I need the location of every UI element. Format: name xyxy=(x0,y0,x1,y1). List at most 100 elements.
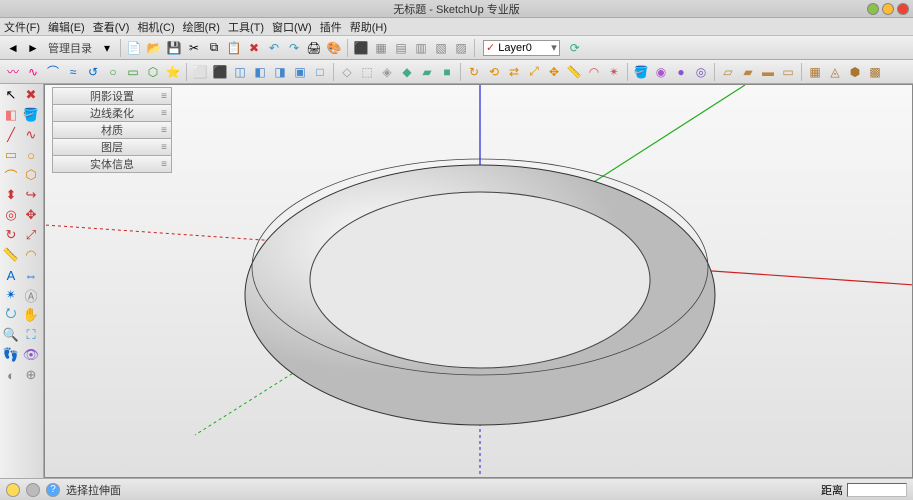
star-icon[interactable]: ⭐ xyxy=(164,63,182,81)
new-icon[interactable]: 📄 xyxy=(125,39,143,57)
close-button[interactable] xyxy=(897,3,909,15)
nav-back-icon[interactable]: ◄ xyxy=(4,39,22,57)
delete-icon[interactable]: ✖ xyxy=(245,39,263,57)
rotate-icon2[interactable]: ↻ xyxy=(465,63,483,81)
wireframe-icon[interactable]: ⬚ xyxy=(358,63,376,81)
polygon-icon[interactable]: ⬡ xyxy=(144,63,162,81)
layers-icon[interactable]: ▨ xyxy=(452,39,470,57)
component-icon[interactable]: ✖ xyxy=(22,86,40,104)
menu-view[interactable]: 查看(V) xyxy=(93,19,130,35)
section-icon2[interactable]: ▱ xyxy=(719,63,737,81)
status-dot1[interactable] xyxy=(6,483,20,497)
viewport-3d[interactable]: 阴影设置 边线柔化 材质 图层 实体信息 xyxy=(44,84,913,478)
freehand-tool-icon[interactable]: ∿ xyxy=(22,126,40,144)
copy-icon[interactable]: ⧉ xyxy=(205,39,223,57)
section-cut-icon[interactable]: ▬ xyxy=(759,63,777,81)
freehand-icon[interactable]: ∿ xyxy=(24,63,42,81)
push-icon[interactable]: ⬍ xyxy=(2,186,20,204)
chevron-down-icon[interactable]: ▾ xyxy=(551,41,557,54)
cut-icon[interactable]: ✂ xyxy=(185,39,203,57)
manage-label[interactable]: 管理目录 xyxy=(48,40,92,56)
scale-icon2[interactable]: ⤢ xyxy=(525,63,543,81)
protractor-tool-icon[interactable]: ◠ xyxy=(22,246,40,264)
menu-camera[interactable]: 相机(C) xyxy=(137,19,174,35)
section-tool-icon[interactable]: ◐ xyxy=(2,366,20,384)
menu-edit[interactable]: 编辑(E) xyxy=(48,19,85,35)
save-icon[interactable]: 💾 xyxy=(165,39,183,57)
print-icon[interactable]: 🖨 xyxy=(305,39,323,57)
dim-icon[interactable]: ⇔ xyxy=(22,266,40,284)
tape-icon2[interactable]: 📏 xyxy=(565,63,583,81)
menu-file[interactable]: 文件(F) xyxy=(4,19,40,35)
undo-icon[interactable]: ↶ xyxy=(265,39,283,57)
text-icon[interactable]: A xyxy=(2,266,20,284)
palette-icon[interactable]: 🎨 xyxy=(325,39,343,57)
dropdown-icon[interactable]: ▾ xyxy=(98,39,116,57)
3dtext-icon[interactable]: Ⓐ xyxy=(22,286,40,304)
hidden-icon[interactable]: ◈ xyxy=(378,63,396,81)
arc-icon[interactable]: 〰 xyxy=(4,63,22,81)
orbit-icon[interactable]: ⭮ xyxy=(2,306,20,324)
walk-icon[interactable]: 👣 xyxy=(2,346,20,364)
axes-icon2[interactable]: ✴ xyxy=(605,63,623,81)
panel-layers[interactable]: 图层 xyxy=(52,138,172,156)
section-display-icon[interactable]: ▰ xyxy=(739,63,757,81)
rotate90-icon[interactable]: ⟲ xyxy=(485,63,503,81)
side-icon[interactable]: ▥ xyxy=(412,39,430,57)
xray-icon[interactable]: ◇ xyxy=(338,63,356,81)
zoom-icon[interactable]: 🔍 xyxy=(2,326,20,344)
nav-fwd-icon[interactable]: ► xyxy=(24,39,42,57)
panel-materials[interactable]: 材质 xyxy=(52,121,172,139)
panel-shadow[interactable]: 阴影设置 xyxy=(52,87,172,105)
eraser-icon[interactable]: ◧ xyxy=(2,106,20,124)
zoom-ext-icon[interactable]: ⛶ xyxy=(22,326,40,344)
rect-tool-icon[interactable]: ▭ xyxy=(2,146,20,164)
menu-tools[interactable]: 工具(T) xyxy=(228,19,264,35)
bezier-icon[interactable]: ≈ xyxy=(64,63,82,81)
axes-tool-icon[interactable]: ✴ xyxy=(2,286,20,304)
status-dot2[interactable] xyxy=(26,483,40,497)
front-icon[interactable]: ▤ xyxy=(392,39,410,57)
view-top-icon[interactable]: ⬛ xyxy=(211,63,229,81)
section-fill-icon[interactable]: ▭ xyxy=(779,63,797,81)
panel-soften[interactable]: 边线柔化 xyxy=(52,104,172,122)
view-back-icon[interactable]: ◨ xyxy=(271,63,289,81)
paste-icon[interactable]: 📋 xyxy=(225,39,243,57)
status-dot3[interactable]: ? xyxy=(46,483,60,497)
view-bottom-icon[interactable]: □ xyxy=(311,63,329,81)
sandbox-icon[interactable]: ▦ xyxy=(806,63,824,81)
mirror-icon[interactable]: ⇄ xyxy=(505,63,523,81)
stamp-icon[interactable]: ⬢ xyxy=(846,63,864,81)
arc-tool-icon[interactable]: ⌒ xyxy=(2,166,20,184)
panel-entity[interactable]: 实体信息 xyxy=(52,155,172,173)
select-icon[interactable]: ↖ xyxy=(2,86,20,104)
mat2-icon[interactable]: ● xyxy=(672,63,690,81)
minimize-button[interactable] xyxy=(867,3,879,15)
drape-icon[interactable]: ▩ xyxy=(866,63,884,81)
view-right-icon[interactable]: ◧ xyxy=(251,63,269,81)
view-iso-icon[interactable]: ⬜ xyxy=(191,63,209,81)
mat3-icon[interactable]: ◎ xyxy=(692,63,710,81)
menu-window[interactable]: 窗口(W) xyxy=(272,19,312,35)
curve-icon[interactable]: ⌒ xyxy=(44,63,62,81)
refresh-icon[interactable]: ⟳ xyxy=(566,39,584,57)
line-icon[interactable]: ╱ xyxy=(2,126,20,144)
pan-icon[interactable]: ✋ xyxy=(22,306,40,324)
shaded-icon[interactable]: ◆ xyxy=(398,63,416,81)
follow-icon[interactable]: ↪ xyxy=(22,186,40,204)
redo-icon[interactable]: ↷ xyxy=(285,39,303,57)
circle-tool-icon[interactable]: ○ xyxy=(22,146,40,164)
paint-tool-icon[interactable]: 🪣 xyxy=(22,106,40,124)
protractor-icon[interactable]: ◠ xyxy=(585,63,603,81)
measure-input[interactable] xyxy=(847,483,907,497)
torus-model[interactable] xyxy=(245,159,715,425)
move-icon2[interactable]: ✥ xyxy=(545,63,563,81)
move-tool-icon[interactable]: ✥ xyxy=(22,206,40,224)
view-left-icon[interactable]: ▣ xyxy=(291,63,309,81)
rotate-tool-icon[interactable]: ↻ xyxy=(2,226,20,244)
view-front-icon[interactable]: ◫ xyxy=(231,63,249,81)
offset-icon[interactable]: ◎ xyxy=(2,206,20,224)
back-icon[interactable]: ▧ xyxy=(432,39,450,57)
mono-icon[interactable]: ■ xyxy=(438,63,456,81)
menu-help[interactable]: 帮助(H) xyxy=(350,19,387,35)
